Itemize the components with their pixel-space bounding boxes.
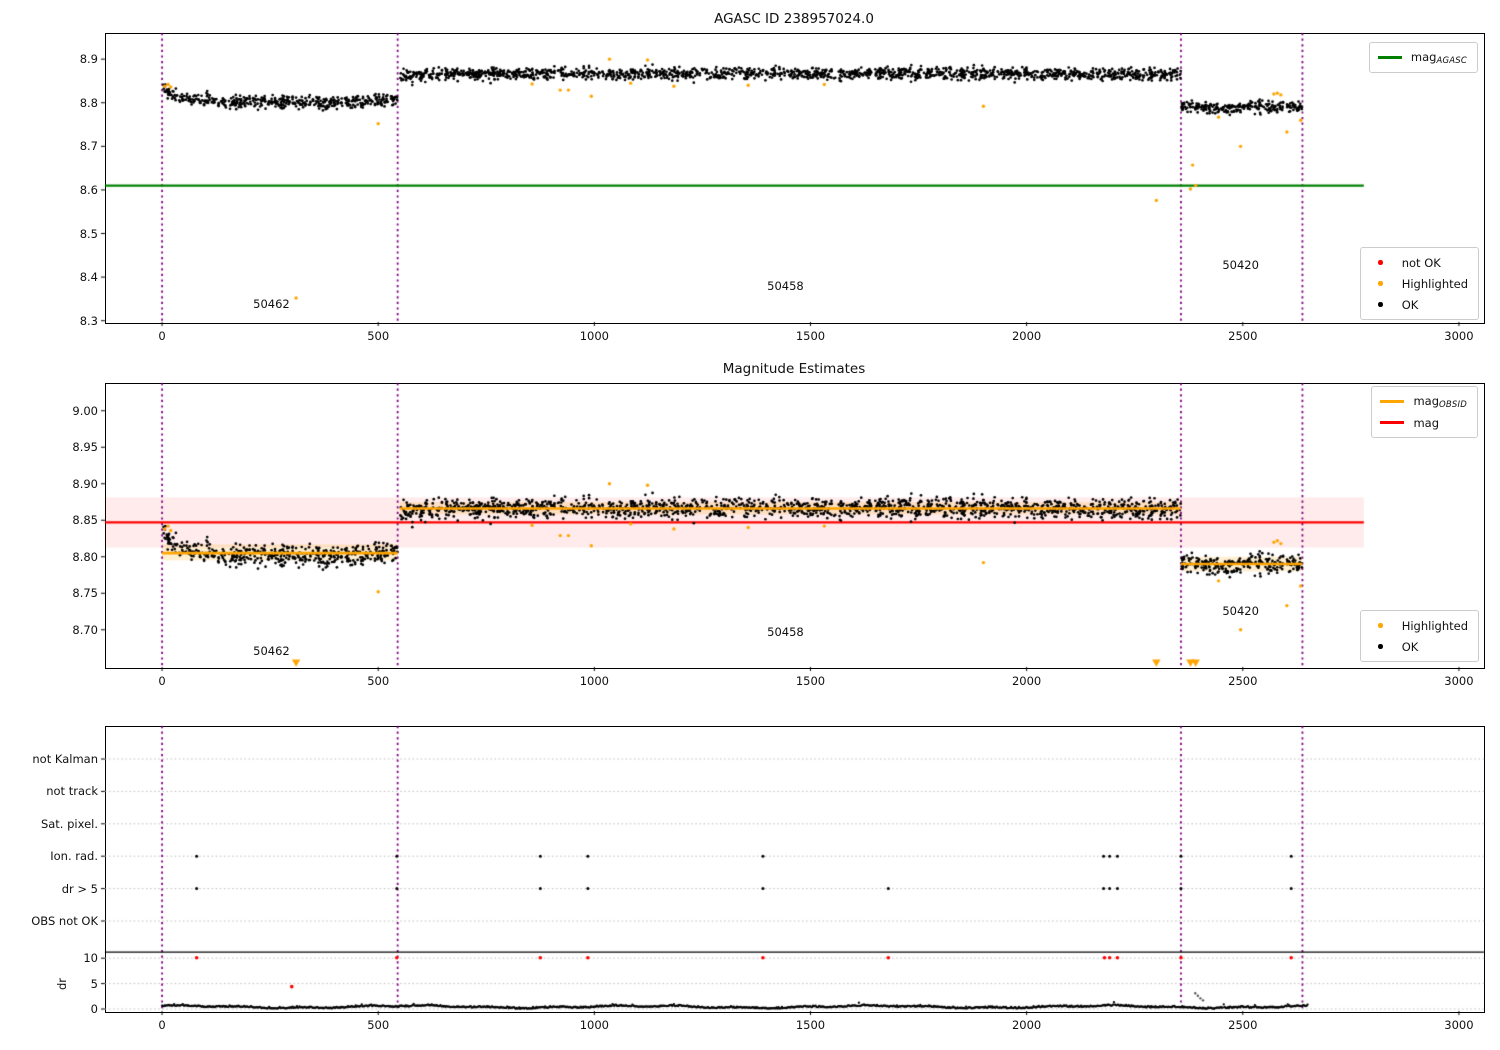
x-tick-label: 1500 [795,329,826,343]
legend-row: OK [1369,636,1468,657]
x-tick-label: 0 [158,329,166,343]
y-tick-label: 8.90 [72,476,98,491]
dr-tick-label: 0 [90,1002,98,1016]
x-tick-label: 2500 [1228,1018,1258,1032]
annotation-obsid: 50462 [253,297,290,312]
legend-row: magAGASC [1377,47,1467,68]
y-tick-label: 8.9 [79,52,98,67]
dr-tick-label: 10 [83,951,98,966]
y-tick-label: 8.7 [79,139,98,154]
x-tick-label: 0 [158,674,166,688]
legend-mag-lines: magOBSID mag [1371,386,1478,438]
x-tick-label: 2000 [1011,674,1042,688]
x-tick-label: 3000 [1444,674,1474,688]
legend-label: not OK [1401,255,1441,270]
y-tick-label: 8.85 [72,513,98,528]
legend-dot-swatch [1369,281,1393,286]
dr-axis-label: dr [55,977,69,990]
y-tick-label: 8.5 [79,226,98,241]
flag-label: OBS not OK [31,914,98,928]
y-tick-label: 8.6 [79,182,98,197]
legend-mag-agasc: magAGASC [1368,42,1478,73]
annotation-obsid: 50462 [253,643,290,658]
flag-label: not Kalman [32,752,98,766]
flag-label: dr > 5 [61,881,98,896]
annotation-obsid: 50458 [767,279,804,294]
y-tick-label: 8.8 [79,95,98,110]
legend-row: magOBSID [1380,391,1467,412]
x-tick-label: 2500 [1228,674,1258,688]
legend-label: OK [1401,639,1419,654]
legend-label: mag [1413,415,1440,430]
legend-row: Highlighted [1369,273,1468,294]
legend-label: OK [1401,297,1419,312]
x-tick-label: 2000 [1011,1018,1042,1032]
chart-canvas [0,0,1500,1050]
legend-line-swatch [1380,421,1405,424]
legend-dot-swatch [1369,644,1393,649]
annotation-obsid: 50458 [767,624,804,639]
x-tick-label: 3000 [1444,1018,1474,1032]
x-tick-label: 500 [367,1018,390,1032]
top-plot-title: AGASC ID 238957024.0 [714,11,874,27]
x-tick-label: 0 [158,1018,166,1032]
legend-line-swatch [1377,56,1402,59]
legend-label: Highlighted [1401,276,1468,291]
figure-canvas-area: AGASC ID 238957024.0 Magnitude Estimates… [0,0,1500,1050]
x-tick-label: 2000 [1011,329,1042,343]
legend-label: Highlighted [1401,618,1468,633]
y-tick-label: 8.75 [72,586,98,601]
y-tick-label: 8.3 [79,313,98,328]
legend-row: not OK [1369,252,1468,273]
y-tick-label: 9.00 [72,403,98,418]
legend-label: magAGASC [1410,49,1467,66]
x-tick-label: 3000 [1444,329,1474,343]
y-tick-label: 8.4 [79,270,98,285]
legend-dot-swatch [1369,302,1393,307]
x-tick-label: 1000 [579,674,609,688]
legend-row: mag [1380,412,1467,433]
flag-label: Ion. rad. [50,849,98,864]
legend-dot-swatch [1369,260,1393,265]
legend-line-swatch [1380,400,1405,403]
x-tick-label: 1000 [579,329,609,343]
annotation-obsid: 50420 [1222,603,1259,618]
y-tick-label: 8.70 [72,622,98,637]
dr-tick-label: 5 [90,976,98,991]
x-tick-label: 500 [367,674,390,688]
flag-label: not track [46,784,98,799]
legend-row: OK [1369,294,1468,315]
legend-point-types-top: not OK Highlighted OK [1359,247,1479,320]
x-tick-label: 1000 [579,1018,609,1032]
legend-point-types-middle: Highlighted OK [1359,610,1479,662]
y-tick-label: 8.80 [72,549,98,564]
legend-row: Highlighted [1369,615,1468,636]
middle-plot-title: Magnitude Estimates [722,361,866,377]
x-tick-label: 1500 [795,1018,826,1032]
x-tick-label: 500 [367,329,390,343]
legend-label: magOBSID [1413,393,1467,410]
annotation-obsid: 50420 [1222,258,1259,273]
y-tick-label: 8.95 [72,440,98,455]
x-tick-label: 2500 [1228,329,1258,343]
x-tick-label: 1500 [795,674,826,688]
legend-dot-swatch [1369,623,1393,628]
flag-label: Sat. pixel. [40,816,98,831]
